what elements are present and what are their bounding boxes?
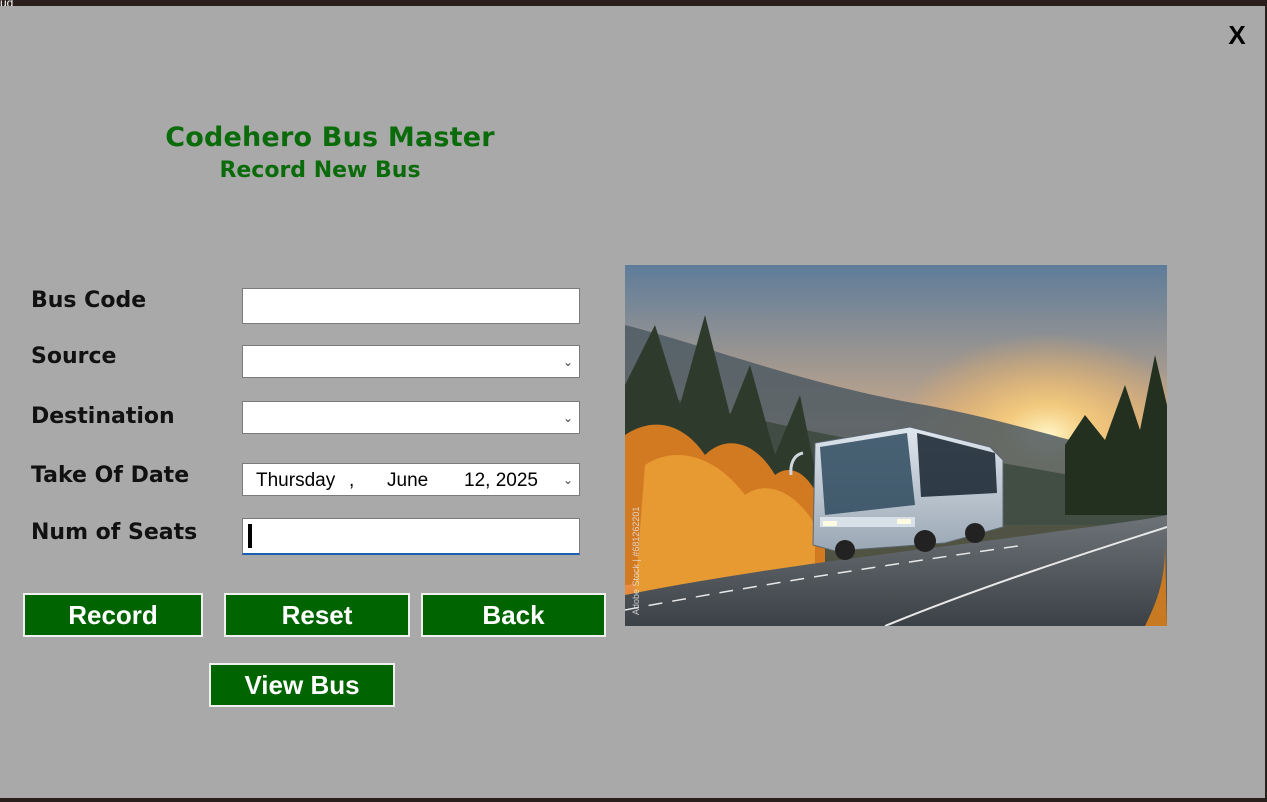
date-weekday: Thursday (256, 470, 336, 491)
bus-code-label: Bus Code (31, 288, 147, 313)
image-watermark: Adobe Stock | #681262201 (631, 507, 641, 615)
app-title: Codehero Bus Master (165, 122, 495, 153)
bus-master-window: X Codehero Bus Master Record New Bus Bus… (0, 6, 1265, 798)
bus-code-input[interactable] (242, 288, 580, 324)
close-button[interactable]: X (1222, 20, 1252, 50)
date-day-year: 12, 2025 (464, 470, 538, 491)
bus-icon (789, 426, 1004, 560)
chevron-down-icon[interactable]: ⌄ (563, 355, 573, 369)
destination-dropdown[interactable]: ⌄ (242, 401, 580, 434)
source-label: Source (31, 344, 117, 369)
source-dropdown[interactable]: ⌄ (242, 345, 580, 378)
reset-button[interactable]: Reset (224, 593, 410, 637)
chevron-down-icon[interactable]: ⌄ (563, 473, 573, 487)
chevron-down-icon[interactable]: ⌄ (563, 411, 573, 425)
page-subtitle: Record New Bus (219, 158, 421, 183)
bus-photo: Adobe Stock | #681262201 (625, 265, 1167, 626)
date-month: June (387, 470, 429, 491)
record-button[interactable]: Record (23, 593, 203, 637)
num-seats-input[interactable] (242, 518, 580, 555)
num-seats-label: Num of Seats (31, 520, 198, 545)
back-button[interactable]: Back (421, 593, 606, 637)
take-off-date-picker[interactable]: Thursday , June 12, 2025 ⌄ (242, 463, 580, 496)
bus-illustration: Adobe Stock | #681262201 (625, 265, 1167, 626)
take-off-date-label: Take Of Date (31, 463, 190, 488)
view-bus-button[interactable]: View Bus (209, 663, 395, 707)
text-caret (248, 524, 252, 548)
date-separator: , (349, 470, 355, 491)
destination-label: Destination (31, 404, 175, 429)
